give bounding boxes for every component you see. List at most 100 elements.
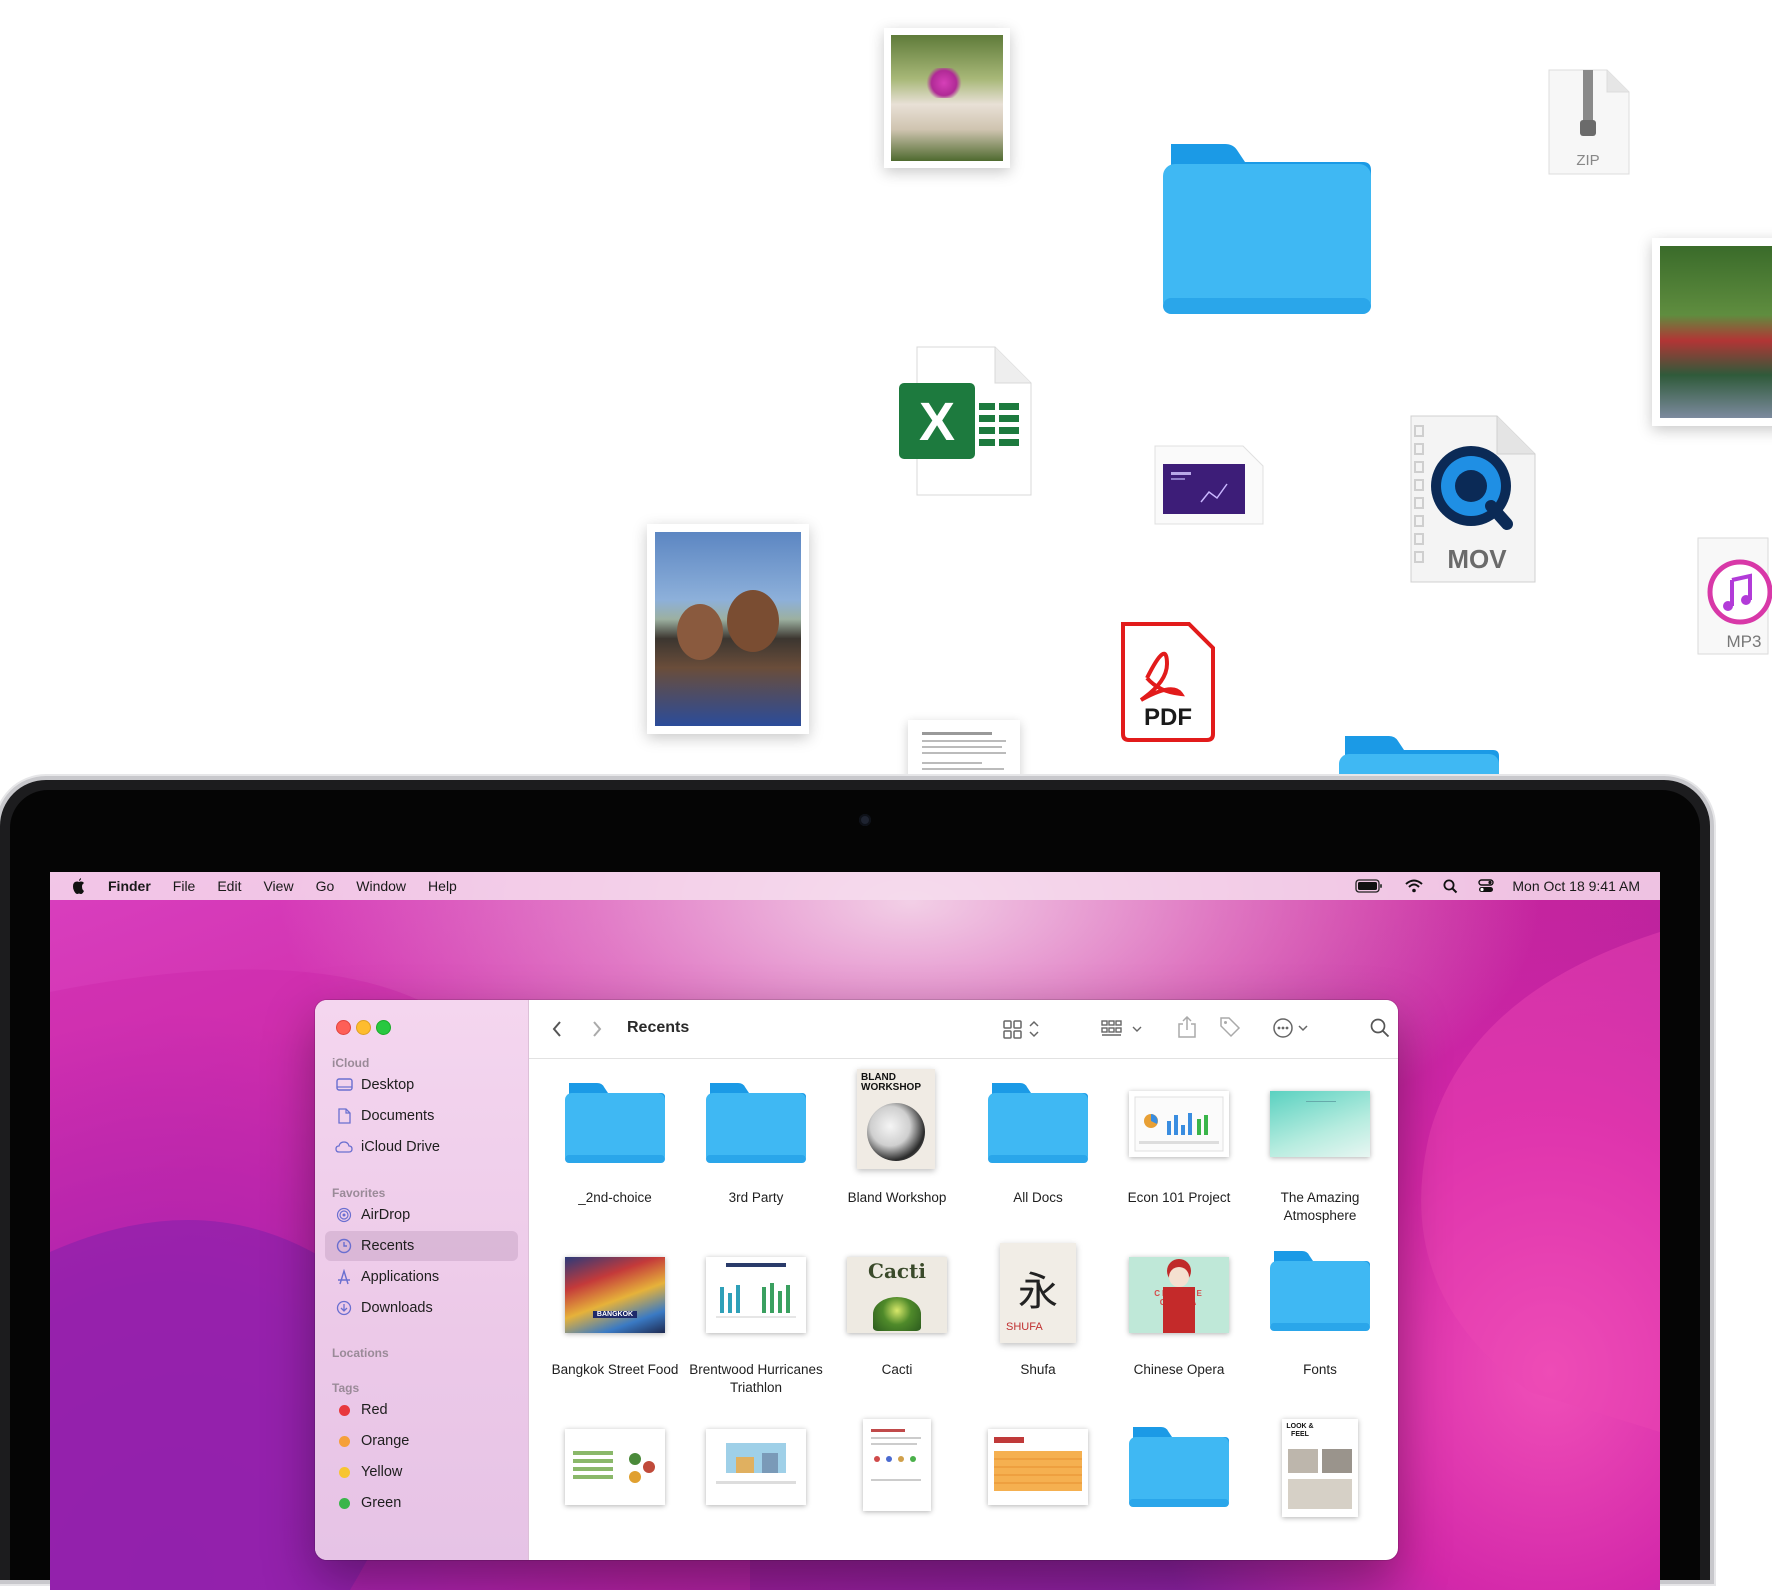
book-cover-text: BLAND WORKSHOP	[861, 1072, 921, 1093]
share-icon[interactable]	[1177, 1015, 1197, 1044]
sidebar-item-label: AirDrop	[361, 1207, 411, 1223]
book-cover-icon: Cacti	[847, 1257, 947, 1333]
doc-cover-text: LOOK & FEEL	[1286, 1423, 1314, 1438]
sidebar-section-icloud: iCloud	[332, 1056, 370, 1070]
sidebar-section-tags[interactable]: Tags	[332, 1381, 359, 1395]
control-center-icon[interactable]	[1478, 879, 1495, 893]
close-button[interactable]	[336, 1020, 351, 1035]
folder-icon	[1270, 1247, 1370, 1338]
menu-view[interactable]: View	[263, 878, 293, 894]
sidebar-item-label: Orange	[361, 1433, 410, 1449]
sidebar-tag-green[interactable]: Green	[325, 1488, 518, 1518]
pdf-icon: PDF	[1117, 620, 1219, 744]
sidebar-section-favorites: Favorites	[332, 1186, 386, 1200]
sidebar-item-airdrop[interactable]: AirDrop	[325, 1200, 518, 1230]
mov-label: MOV	[1447, 544, 1507, 574]
minimize-button[interactable]	[356, 1020, 371, 1035]
sidebar-item-label: Green	[361, 1495, 402, 1511]
search-icon[interactable]	[1370, 1018, 1390, 1043]
file-label: Brentwood Hurricanes Triathlon	[689, 1362, 823, 1395]
excel-letter: X	[918, 392, 956, 452]
cloud-icon	[335, 1138, 353, 1156]
sidebar-tag-orange[interactable]: Orange	[325, 1426, 518, 1456]
sidebar-section-locations[interactable]: Locations	[332, 1346, 389, 1360]
menu-file[interactable]: File	[173, 878, 196, 894]
keynote-icon	[1270, 1091, 1370, 1157]
finder-sidebar: iCloud Desktop Documents iCloud Drive Fa…	[315, 1000, 529, 1560]
folder-icon	[1163, 138, 1371, 314]
menu-clock[interactable]: Mon Oct 18 9:41 AM	[1512, 878, 1640, 894]
file-label: Econ 101 Project	[1127, 1190, 1231, 1205]
pdf-label: PDF	[1144, 704, 1192, 731]
spreadsheet-icon	[565, 1429, 665, 1505]
folder-icon	[565, 1079, 665, 1170]
red-tag-dot	[338, 1404, 350, 1416]
icon-view-grid-icon[interactable]	[1003, 1019, 1043, 1044]
document-icon	[863, 1419, 931, 1511]
yellow-tag-dot	[338, 1466, 350, 1478]
sidebar-item-label: Recents	[361, 1238, 415, 1254]
clock-icon	[335, 1237, 353, 1255]
sidebar-item-label: iCloud Drive	[361, 1139, 440, 1155]
file-label: Fonts	[1303, 1362, 1337, 1377]
group-by-icon[interactable]	[1101, 1019, 1145, 1044]
airdrop-icon	[335, 1206, 353, 1224]
folder-icon	[706, 1079, 806, 1170]
folder-icon	[988, 1079, 1088, 1170]
orange-tag-dot	[338, 1435, 350, 1447]
document-icon: LOOK & FEEL	[1282, 1419, 1358, 1517]
sidebar-item-label: Applications	[361, 1269, 440, 1285]
camera-icon	[859, 814, 871, 826]
photo-icon	[1652, 238, 1772, 426]
file-label: _2nd-choice	[578, 1190, 652, 1205]
back-chevron-icon[interactable]	[551, 1020, 563, 1043]
zoom-button[interactable]	[376, 1020, 391, 1035]
book-cover-icon: 永 SHUFA	[1000, 1243, 1076, 1343]
download-icon	[335, 1299, 353, 1317]
folder-icon	[1129, 1423, 1229, 1514]
menu-window[interactable]: Window	[356, 878, 406, 894]
music-mp3-icon: MP3	[1696, 536, 1772, 656]
book-cover-icon: BLAND WORKSHOP	[857, 1069, 935, 1169]
menu-go[interactable]: Go	[316, 878, 335, 894]
finder-window: iCloud Desktop Documents iCloud Drive Fa…	[315, 1000, 1398, 1560]
menu-help[interactable]: Help	[428, 878, 457, 894]
sidebar-item-documents[interactable]: Documents	[325, 1101, 518, 1131]
zip-icon: ZIP	[1545, 68, 1631, 176]
file-label: 3rd Party	[728, 1190, 784, 1205]
more-actions-icon[interactable]	[1272, 1017, 1312, 1044]
spreadsheet-icon	[1129, 1091, 1229, 1157]
sidebar-item-recents[interactable]: Recents	[325, 1231, 518, 1261]
desktop-icon	[335, 1076, 353, 1094]
menu-app-name[interactable]: Finder	[108, 878, 151, 894]
sidebar-item-desktop[interactable]: Desktop	[325, 1070, 518, 1100]
apple-menu-icon[interactable]	[72, 878, 86, 894]
tag-icon[interactable]	[1219, 1016, 1241, 1043]
book-glyph: 永	[1018, 1269, 1058, 1315]
mp3-label: MP3	[1726, 632, 1762, 651]
finder-toolbar: Recents	[529, 1000, 1398, 1059]
chart-document-icon	[706, 1257, 806, 1333]
sidebar-item-label: Documents	[361, 1108, 435, 1124]
applications-icon	[335, 1268, 353, 1286]
sidebar-item-downloads[interactable]: Downloads	[325, 1293, 518, 1323]
sidebar-tag-yellow[interactable]: Yellow	[325, 1457, 518, 1487]
file-label: Bangkok Street Food	[551, 1362, 679, 1377]
sidebar-item-icloud-drive[interactable]: iCloud Drive	[325, 1132, 518, 1162]
file-grid: _2nd-choice 3rd Party BLAND WORKSHOP Bla…	[529, 1059, 1398, 1560]
wifi-icon[interactable]	[1405, 879, 1424, 893]
file-label: The Amazing Atmosphere	[1280, 1190, 1360, 1223]
battery-icon[interactable]	[1355, 879, 1383, 893]
poster-icon: CHINESE OPERA	[1129, 1257, 1229, 1333]
sidebar-tag-red[interactable]: Red	[325, 1395, 518, 1425]
file-label: Bland Workshop	[847, 1190, 947, 1205]
book-cover-text: SHUFA	[1006, 1321, 1043, 1333]
sidebar-item-label: Downloads	[361, 1300, 433, 1316]
zip-label: ZIP	[1576, 152, 1600, 169]
forward-chevron-icon[interactable]	[591, 1020, 603, 1043]
spotlight-search-icon[interactable]	[1443, 879, 1458, 894]
menu-edit[interactable]: Edit	[217, 878, 241, 894]
sidebar-item-label: Yellow	[361, 1464, 403, 1480]
excel-icon: X	[897, 345, 1035, 497]
sidebar-item-applications[interactable]: Applications	[325, 1262, 518, 1292]
